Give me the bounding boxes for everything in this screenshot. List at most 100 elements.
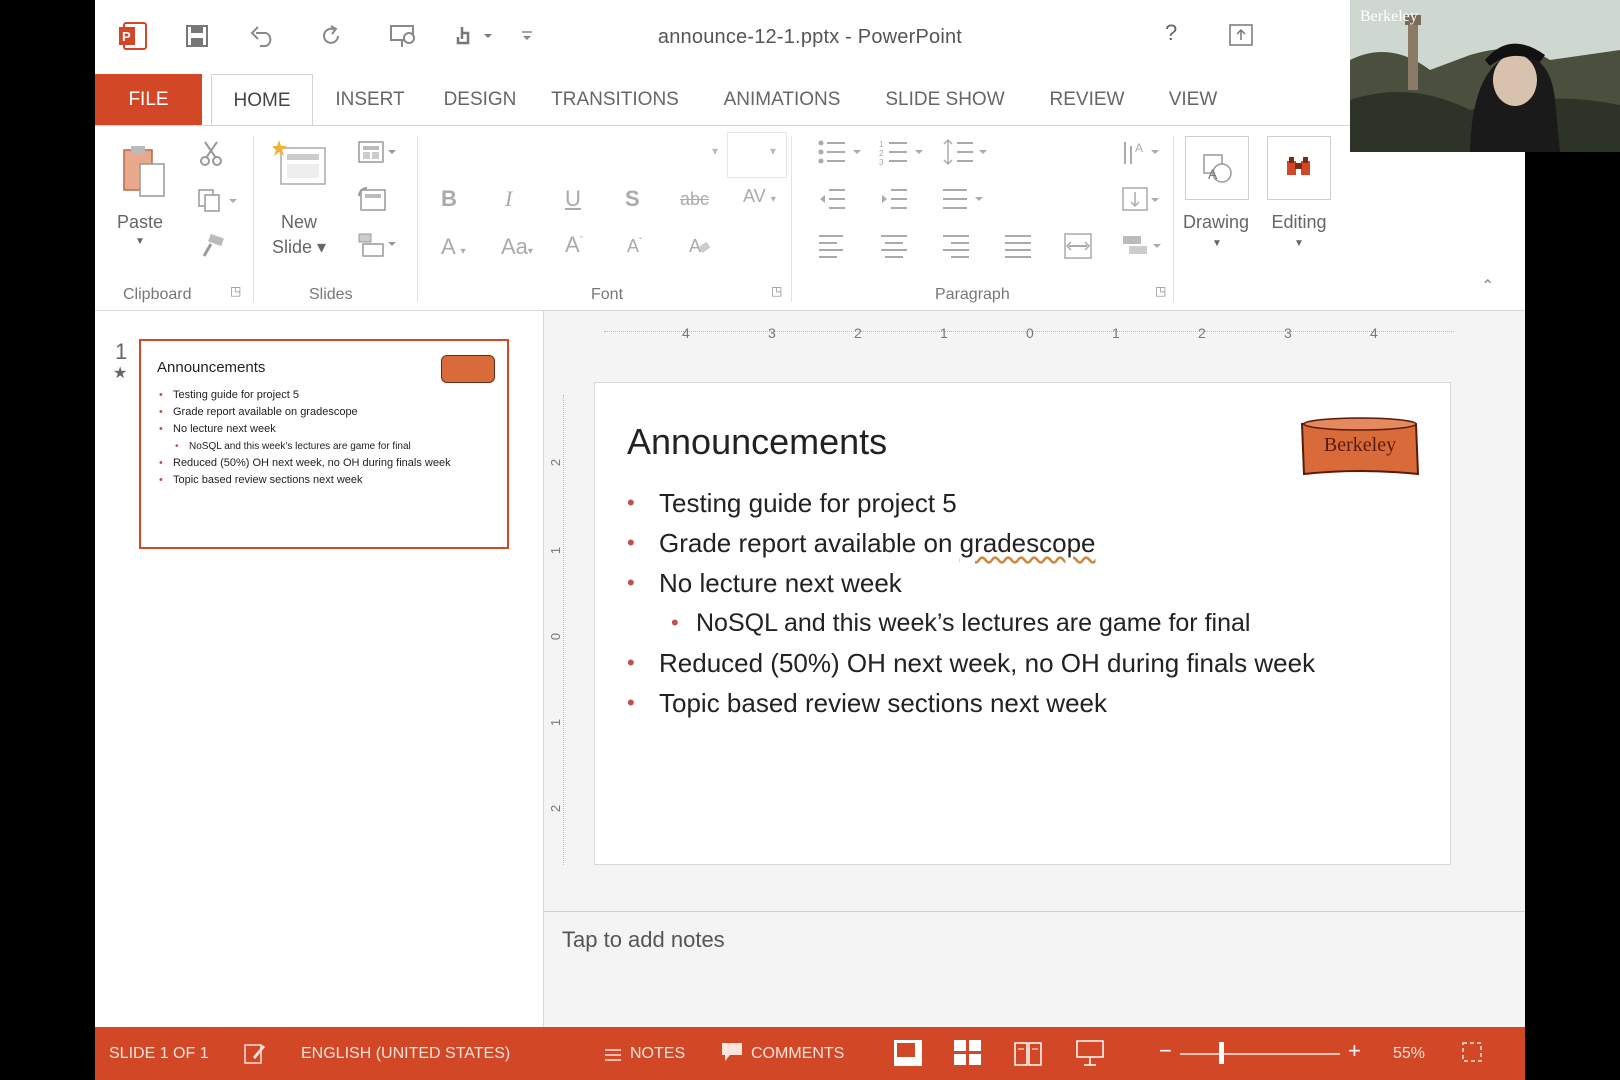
font-size-dropdown-icon[interactable]: ▾ — [770, 144, 776, 158]
format-painter-icon[interactable] — [199, 233, 225, 264]
group-separator — [1173, 136, 1174, 302]
list-item[interactable]: Reduced (50%) OH next week, no OH during… — [627, 643, 1315, 683]
underline-button[interactable]: U — [565, 186, 581, 212]
clear-formatting-icon[interactable]: A — [687, 234, 713, 264]
list-item[interactable]: Grade report available on gradescope — [627, 523, 1315, 563]
paste-button[interactable]: Paste — [115, 212, 165, 233]
slide-number: 1 — [115, 339, 128, 364]
tab-home[interactable]: HOME — [211, 74, 313, 127]
notes-divider[interactable] — [544, 911, 1525, 912]
paragraph-launcher-icon[interactable]: ◳ — [1155, 284, 1166, 298]
distributed-icon[interactable] — [1063, 232, 1093, 266]
comments-icon[interactable] — [720, 1041, 744, 1070]
zoom-slider[interactable] — [1180, 1053, 1340, 1055]
tab-file[interactable]: FILE — [95, 74, 202, 126]
tab-transitions[interactable]: TRANSITIONS — [545, 74, 685, 126]
font-size-combobox[interactable] — [727, 132, 787, 178]
tab-review[interactable]: REVIEW — [1032, 74, 1142, 126]
slide-bullets[interactable]: Testing guide for project 5 Grade report… — [627, 483, 1315, 723]
cut-icon[interactable] — [199, 140, 223, 172]
text-direction-icon[interactable]: A — [1121, 138, 1161, 172]
zoom-in-button[interactable]: + — [1348, 1038, 1361, 1064]
editing-button[interactable]: Editing — [1261, 212, 1337, 233]
character-spacing-button[interactable]: AV ▾ — [743, 186, 776, 207]
new-slide-icon[interactable] — [271, 140, 329, 194]
list-item[interactable]: NoSQL and this week’s lectures are game … — [627, 603, 1315, 643]
comments-button[interactable]: COMMENTS — [751, 1045, 844, 1063]
zoom-out-button[interactable]: − — [1159, 1038, 1172, 1064]
document-title: announce-12-1.pptx - PowerPoint — [657, 26, 963, 48]
thumbnail-bullets: Testing guide for project 5 Grade report… — [159, 387, 451, 489]
language[interactable]: ENGLISH (UNITED STATES) — [301, 1045, 510, 1063]
ruler-tick: 2 — [1198, 325, 1206, 341]
section-icon[interactable] — [357, 232, 397, 264]
copy-icon[interactable] — [197, 188, 237, 218]
align-text-icon[interactable] — [1121, 186, 1161, 220]
italic-button[interactable]: I — [505, 186, 512, 212]
align-right-icon[interactable] — [941, 232, 971, 266]
reading-view-icon[interactable] — [1013, 1039, 1043, 1074]
slide-editor: 4 3 2 1 0 1 2 3 4 2 1 0 1 2 Announcement… — [544, 311, 1525, 1027]
ribbon-display-options-icon[interactable] — [1229, 24, 1253, 52]
slide-thumbnail-pane: 1 ★ Announcements Testing guide for proj… — [95, 311, 543, 1027]
editing-dropdown-icon[interactable]: ▼ — [1292, 238, 1306, 249]
paste-icon[interactable] — [122, 144, 168, 204]
slide-sorter-icon[interactable] — [953, 1039, 983, 1074]
slide-title[interactable]: Announcements — [627, 421, 887, 463]
zoom-slider-thumb[interactable] — [1219, 1042, 1224, 1064]
list-item[interactable]: No lecture next week — [627, 563, 1315, 603]
drawing-dropdown-icon[interactable]: ▼ — [1210, 238, 1224, 249]
drawing-icon[interactable]: A — [1185, 136, 1249, 200]
line-spacing-icon[interactable] — [943, 138, 989, 172]
strikethrough-button[interactable]: abc — [680, 189, 709, 210]
binoculars-icon[interactable] — [1267, 136, 1331, 200]
ruler-tick: 2 — [854, 325, 862, 341]
normal-view-icon[interactable] — [893, 1039, 923, 1074]
notes-icon[interactable] — [603, 1043, 623, 1071]
shrink-font-button[interactable]: Aˇ — [627, 236, 642, 257]
align-left-icon[interactable] — [817, 232, 847, 266]
slide-count: SLIDE 1 OF 1 — [109, 1045, 209, 1062]
tab-insert[interactable]: INSERT — [320, 74, 420, 126]
align-center-icon[interactable] — [879, 232, 909, 266]
justify-icon[interactable] — [1003, 232, 1033, 266]
collapse-ribbon-icon[interactable]: ⌃ — [1481, 276, 1494, 296]
tab-animations[interactable]: ANIMATIONS — [707, 74, 857, 126]
change-case-button[interactable]: Aa▾ — [501, 234, 533, 260]
reset-slide-icon[interactable] — [357, 186, 387, 218]
new-slide-button[interactable]: Slide ▾ — [267, 237, 331, 258]
bullets-icon[interactable] — [817, 138, 863, 172]
notes-button[interactable]: NOTES — [630, 1045, 685, 1063]
clipboard-launcher-icon[interactable]: ◳ — [230, 284, 241, 298]
fit-to-window-icon[interactable] — [1461, 1041, 1483, 1070]
new-slide-label[interactable]: New — [269, 212, 329, 233]
slide-thumbnail[interactable]: Announcements Testing guide for project … — [139, 339, 509, 549]
slide-show-icon[interactable] — [1075, 1039, 1105, 1074]
drawing-button[interactable]: Drawing — [1177, 212, 1255, 233]
ruler-tick: 0 — [1026, 325, 1034, 341]
smartart-icon[interactable] — [1121, 232, 1165, 266]
list-item[interactable]: Testing guide for project 5 — [627, 483, 1315, 523]
increase-indent-icon[interactable] — [879, 186, 909, 218]
help-icon[interactable]: ? — [1165, 20, 1177, 46]
font-launcher-icon[interactable]: ◳ — [771, 284, 782, 298]
tab-slide-show[interactable]: SLIDE SHOW — [875, 74, 1015, 126]
font-name-dropdown-icon[interactable]: ▾ — [712, 144, 718, 158]
layout-icon[interactable] — [357, 140, 397, 172]
bold-button[interactable]: B — [441, 186, 457, 212]
tab-view[interactable]: VIEW — [1153, 74, 1233, 126]
slide-canvas[interactable]: Announcements Berkeley Testing guide for… — [594, 382, 1451, 865]
text-shadow-button[interactable]: S — [625, 186, 640, 212]
tab-design[interactable]: DESIGN — [430, 74, 530, 126]
paste-dropdown-icon[interactable]: ▼ — [133, 236, 147, 247]
spellcheck-icon[interactable] — [243, 1041, 267, 1072]
grow-font-button[interactable]: Aˆ — [565, 232, 583, 258]
numbering-icon[interactable]: 123 — [879, 138, 925, 172]
columns-icon[interactable] — [941, 186, 987, 218]
decrease-indent-icon[interactable] — [817, 186, 847, 218]
zoom-level[interactable]: 55% — [1393, 1045, 1425, 1063]
font-color-button[interactable]: A ▾ — [441, 234, 466, 260]
list-item[interactable]: Topic based review sections next week — [627, 683, 1315, 723]
ruler-tick: 2 — [548, 804, 564, 813]
notes-placeholder[interactable]: Tap to add notes — [562, 927, 725, 953]
